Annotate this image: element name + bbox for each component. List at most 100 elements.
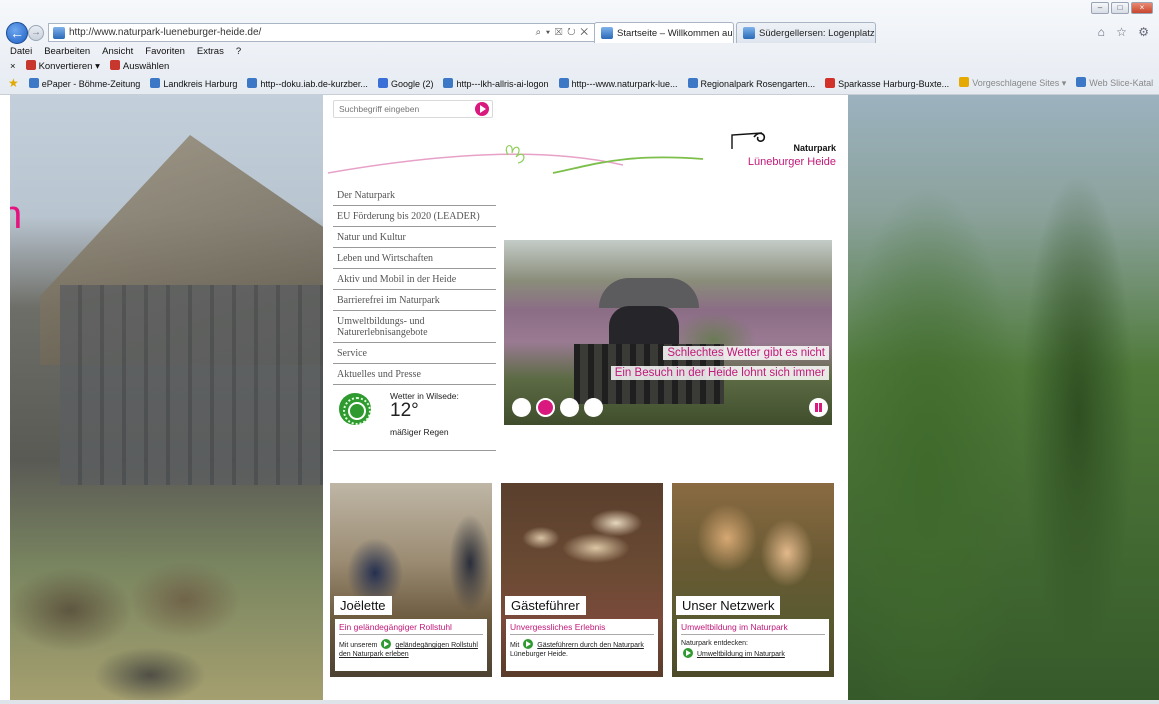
teaser-subtitle: Umweltbildung im Naturpark: [681, 622, 788, 632]
fav-item[interactable]: Google (2): [377, 77, 433, 89]
nav-item-umweltbildung[interactable]: Umweltbildungs- und Naturerlebnisangebot…: [333, 311, 496, 343]
page-icon: [247, 77, 258, 88]
site-favicon-icon: [53, 26, 65, 39]
sheep-logo-icon: [731, 132, 766, 149]
weather-widget: Wetter in Wilsede: 12° mäßiger Regen: [333, 385, 496, 451]
logo-text-naturpark: Naturpark: [793, 143, 836, 153]
image-slider[interactable]: Schlechtes Wetter gibt es nicht Ein Besu…: [504, 240, 832, 425]
weather-description: mäßiger Regen: [390, 427, 449, 437]
content-panel: Naturpark Lüneburger Heide Der Naturpark…: [323, 95, 848, 704]
weather-temperature: 12°: [390, 400, 419, 421]
page-icon: [558, 77, 569, 88]
convert-button[interactable]: Konvertieren ▾: [25, 60, 100, 72]
page-icon: [443, 77, 454, 88]
nav-item-service[interactable]: Service: [333, 343, 496, 364]
teaser-text-box: Ein geländegängiger Rollstuhl Mit unsere…: [335, 619, 487, 671]
page-icon: [150, 77, 161, 88]
forward-button[interactable]: →: [28, 25, 44, 41]
cut-off-heading-letter: n: [10, 193, 23, 237]
fav-item[interactable]: Landkreis Harburg: [150, 77, 237, 89]
select-button[interactable]: Auswählen: [109, 60, 170, 72]
page-icon: [1076, 77, 1087, 87]
search-input[interactable]: [334, 104, 475, 114]
teaser-subtitle: Unvergessliches Erlebnis: [510, 622, 606, 632]
teaser-title: Unser Netzwerk: [676, 596, 781, 615]
fav-item[interactable]: http---www.naturpark-lue...: [558, 77, 678, 89]
select-label: Auswählen: [122, 61, 170, 72]
fav-item[interactable]: Regionalpark Rosengarten...: [687, 77, 816, 89]
teaser-divider: [339, 634, 483, 635]
close-window-button[interactable]: ×: [1131, 2, 1153, 14]
fav-label: ePaper - Böhme-Zeitung: [41, 78, 141, 89]
bing-icon: [959, 77, 970, 87]
favorites-star-icon[interactable]: ★: [8, 76, 19, 90]
fav-item[interactable]: ePaper - Böhme-Zeitung: [28, 77, 141, 89]
fav-item[interactable]: Vorgeschlagene Sites ▾: [959, 77, 1066, 89]
fav-item[interactable]: http--doku.iab.de-kurzber...: [247, 77, 368, 89]
teaser-body-text: Mit: [510, 642, 520, 649]
address-tools[interactable]: ⌕ ▾ ☒ ↻ ✕: [535, 27, 595, 38]
nav-item-barrierefrei[interactable]: Barrierefrei im Naturpark: [333, 290, 496, 311]
browser-chrome: – □ × ← → http://www.naturpark-lueneburg…: [0, 0, 1159, 95]
fav-label: Vorgeschlagene Sites ▾: [972, 78, 1067, 88]
teaser-unser-netzwerk[interactable]: Unser Netzwerk Umweltbildung im Naturpar…: [672, 483, 834, 677]
teaser-divider: [510, 634, 654, 635]
navigation-bar: ← → http://www.naturpark-lueneburger-hei…: [6, 22, 1153, 44]
teaser-text-box: Umweltbildung im Naturpark Naturpark ent…: [677, 619, 829, 671]
tab-favicon-icon: [743, 27, 755, 39]
menu-help[interactable]: ?: [236, 46, 241, 58]
search-box: [333, 100, 493, 118]
back-button[interactable]: ←: [6, 22, 28, 44]
logo-text-lueneburger-heide: Lüneburger Heide: [747, 156, 836, 168]
menu-extras[interactable]: Extras: [197, 46, 224, 58]
close-toolbar-icon[interactable]: ×: [10, 61, 16, 72]
address-url[interactable]: http://www.naturpark-lueneburger-heide.d…: [69, 27, 535, 38]
naturpark-logo[interactable]: Naturpark Lüneburger Heide: [726, 125, 838, 173]
slider-dot-4[interactable]: [584, 398, 603, 417]
teaser-body-text: Naturpark entdecken:: [681, 640, 748, 647]
arrow-link-icon: [683, 648, 693, 658]
fav-item[interactable]: Web Slice-Katalog ▾: [1076, 77, 1153, 89]
nav-item-aktiv-und-mobil[interactable]: Aktiv und Mobil in der Heide: [333, 269, 496, 290]
menu-bar: Datei Bearbeiten Ansicht Favoriten Extra…: [10, 46, 241, 58]
slider-dot-1[interactable]: [512, 398, 531, 417]
teaser-link[interactable]: Umweltbildung im Naturpark: [697, 651, 785, 658]
menu-bearbeiten[interactable]: Bearbeiten: [44, 46, 90, 58]
teaser-title: Joëlette: [334, 596, 392, 615]
barn-wall-shape: [60, 285, 323, 485]
minimize-button[interactable]: –: [1091, 2, 1109, 14]
slider-dot-2[interactable]: [536, 398, 555, 417]
menu-favoriten[interactable]: Favoriten: [145, 46, 185, 58]
tab-suedergellersen[interactable]: Südergellersen: Logenplatz in ...: [736, 22, 876, 43]
pause-icon[interactable]: [809, 398, 828, 417]
nav-item-eu-foerderung[interactable]: EU Förderung bis 2020 (LEADER): [333, 206, 496, 227]
menu-datei[interactable]: Datei: [10, 46, 32, 58]
slider-caption-2: Ein Besuch in der Heide lohnt sich immer: [610, 366, 829, 380]
nav-item-leben-und-wirtschaften[interactable]: Leben und Wirtschaften: [333, 248, 496, 269]
teaser-body: Naturpark entdecken: Umweltbildung im Na…: [681, 639, 829, 659]
arrow-link-icon: [523, 639, 534, 649]
maximize-button[interactable]: □: [1111, 2, 1129, 14]
nav-item-natur-und-kultur[interactable]: Natur und Kultur: [333, 227, 496, 248]
address-bar[interactable]: http://www.naturpark-lueneburger-heide.d…: [48, 23, 596, 42]
teaser-gaestefuehrer[interactable]: Gästeführer Unvergessliches Erlebnis Mit…: [501, 483, 663, 677]
fav-item[interactable]: Sparkasse Harburg-Buxte...: [825, 77, 949, 89]
background-barn-photo: n: [10, 95, 340, 704]
home-favorites-settings-icons[interactable]: ⌂ ☆ ⚙: [1098, 25, 1153, 39]
search-submit-arrow-icon[interactable]: [475, 102, 489, 116]
teaser-joelette[interactable]: Joëlette Ein geländegängiger Rollstuhl M…: [330, 483, 492, 677]
nav-item-der-naturpark[interactable]: Der Naturpark: [333, 185, 496, 206]
teaser-title: Gästeführer: [505, 596, 586, 615]
tab-startseite[interactable]: Startseite – Willkommen au... ×: [594, 22, 734, 43]
pdf-icon: [25, 60, 36, 70]
fav-label: http---www.naturpark-lue...: [571, 78, 678, 89]
menu-ansicht[interactable]: Ansicht: [102, 46, 133, 58]
nav-item-aktuelles-und-presse[interactable]: Aktuelles und Presse: [333, 364, 496, 385]
status-bar: [0, 700, 1159, 704]
fav-label: http---lkh-allris-ai-logon: [456, 78, 549, 89]
fav-item[interactable]: http---lkh-allris-ai-logon: [443, 77, 549, 89]
slider-dot-3[interactable]: [560, 398, 579, 417]
chevron-down-icon: ▾: [95, 61, 100, 72]
teaser-link[interactable]: Gästeführern durch den Naturpark: [537, 642, 644, 649]
fav-label: Regionalpark Rosengarten...: [700, 78, 816, 89]
